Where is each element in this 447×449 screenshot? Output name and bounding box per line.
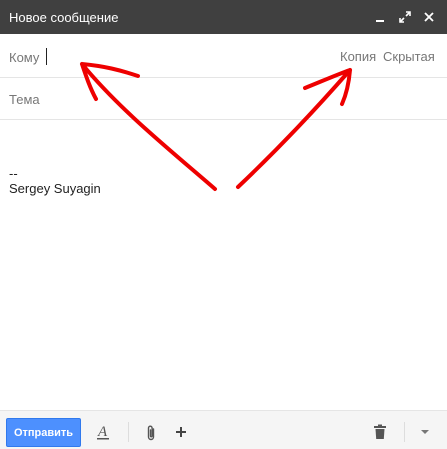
toolbar-divider	[404, 422, 405, 442]
expand-icon[interactable]	[397, 9, 413, 25]
cc-link[interactable]: Копия	[340, 49, 376, 64]
window-title: Новое сообщение	[9, 10, 119, 25]
compose-window: Новое сообщение Кому Копия Скрытая Тема	[0, 0, 447, 449]
message-body[interactable]: -- Sergey Suyagin	[0, 121, 447, 409]
bottom-toolbar: Отправить A	[0, 410, 447, 449]
signature-separator: --	[9, 166, 18, 181]
recipients-row: Кому Копия Скрытая	[0, 34, 447, 78]
more-options-plus-icon[interactable]	[174, 425, 188, 439]
toolbar-divider	[128, 422, 129, 442]
format-text-icon[interactable]: A	[96, 424, 110, 440]
attach-file-icon[interactable]	[145, 424, 157, 442]
bcc-link[interactable]: Скрытая	[383, 49, 435, 64]
signature-name: Sergey Suyagin	[9, 181, 101, 196]
svg-text:A: A	[97, 424, 108, 440]
close-icon[interactable]	[421, 9, 437, 25]
to-input[interactable]	[50, 46, 324, 68]
to-label: Кому	[9, 50, 40, 65]
trash-icon[interactable]	[373, 424, 387, 440]
dropdown-arrow-icon[interactable]	[420, 429, 430, 435]
text-cursor	[46, 48, 47, 65]
subject-placeholder: Тема	[9, 92, 40, 107]
minimize-icon[interactable]	[372, 9, 388, 25]
subject-input[interactable]	[50, 88, 434, 110]
send-button[interactable]: Отправить	[6, 418, 81, 447]
signature: -- Sergey Suyagin	[9, 166, 101, 196]
subject-row: Тема	[0, 78, 447, 120]
title-bar: Новое сообщение	[0, 0, 447, 34]
